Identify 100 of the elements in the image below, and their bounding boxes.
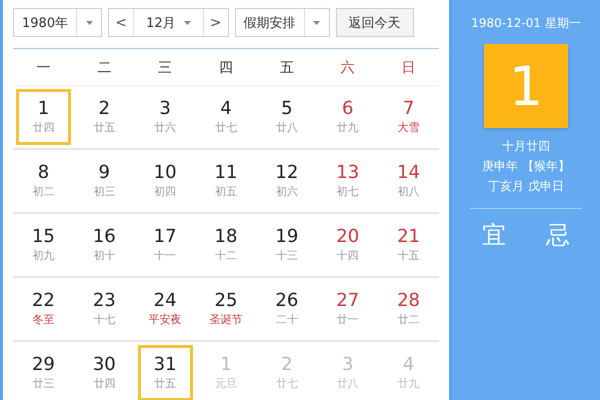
lunar-date: 初六 xyxy=(276,184,298,200)
suitable-label: 宜 xyxy=(482,220,506,251)
weekday-label: 日 xyxy=(402,59,416,77)
back-to-today-button[interactable]: 返回今天 xyxy=(336,8,414,37)
day-number: 4 xyxy=(220,98,232,120)
day-number: 1 xyxy=(220,354,232,376)
day-number: 16 xyxy=(92,226,116,248)
day-cell[interactable]: 5 廿八 xyxy=(259,89,314,145)
day-cell[interactable]: 10 初四 xyxy=(138,153,193,209)
big-day-number: 1 xyxy=(484,44,568,128)
avoid-label: 忌 xyxy=(546,220,570,251)
lunar-date: 廿七 xyxy=(276,376,298,392)
day-cell[interactable]: 12 初六 xyxy=(259,153,314,209)
day-cell[interactable]: 29 廿三 xyxy=(16,345,71,400)
day-number: 28 xyxy=(397,290,420,312)
lunar-date: 二十 xyxy=(276,312,298,328)
day-number: 27 xyxy=(336,290,360,312)
day-number: 7 xyxy=(402,98,414,120)
day-number: 6 xyxy=(342,98,354,120)
lunar-date: 十三 xyxy=(276,248,298,264)
day-number: 26 xyxy=(275,290,298,312)
day-cell[interactable]: 19 十三 xyxy=(259,217,314,273)
day-cell[interactable]: 14 初八 xyxy=(381,153,436,209)
day-number: 9 xyxy=(98,162,110,184)
day-cell[interactable]: 26 二十 xyxy=(259,281,314,337)
lunar-date: 圣诞节 xyxy=(209,312,242,328)
day-cell[interactable]: 16 初十 xyxy=(76,217,132,273)
day-cell[interactable]: 17 十一 xyxy=(138,217,193,273)
lunar-month-day: 丁亥月 戊申日 xyxy=(488,176,564,196)
day-cell[interactable]: 8 初二 xyxy=(16,153,71,209)
lunar-date: 十二 xyxy=(214,248,237,264)
day-number: 23 xyxy=(92,290,116,312)
day-number: 12 xyxy=(275,162,298,184)
day-number: 30 xyxy=(92,354,116,376)
day-cell[interactable]: 7 大雪 xyxy=(381,89,436,145)
day-number: 24 xyxy=(154,290,177,312)
day-cell[interactable]: 27 廿一 xyxy=(320,281,376,337)
day-number: 10 xyxy=(154,162,177,184)
day-number: 8 xyxy=(38,162,50,184)
day-cell[interactable]: 11 初五 xyxy=(198,153,254,209)
lunar-date: 廿六 xyxy=(154,120,176,136)
lunar-date: 廿四 xyxy=(93,376,116,392)
lunar-date: 廿九 xyxy=(336,120,359,136)
lunar-date: 十四 xyxy=(336,248,359,264)
selected-date: 1980-12-01 星期一 xyxy=(471,15,581,32)
day-number: 22 xyxy=(32,290,55,312)
lunar-date: 初十 xyxy=(93,248,116,264)
lunar-date: 廿五 xyxy=(93,120,116,136)
lunar-date: 廿七 xyxy=(214,120,237,136)
lunar-date: 廿三 xyxy=(32,376,54,392)
day-cell[interactable]: 23 十七 xyxy=(76,281,132,337)
day-cell[interactable]: 28 廿二 xyxy=(381,281,436,337)
day-cell[interactable]: 13 初七 xyxy=(320,153,376,209)
caret-icon xyxy=(86,20,93,24)
lunar-date: 初四 xyxy=(154,184,176,200)
day-number: 5 xyxy=(281,98,293,120)
lunar-date: 廿四 xyxy=(32,120,54,136)
day-cell[interactable]: 6 廿九 xyxy=(320,89,376,145)
day-cell[interactable]: 30 廿四 xyxy=(76,345,132,400)
day-number: 25 xyxy=(214,290,238,312)
lunar-date: 大雪 xyxy=(398,120,420,136)
lunar-date: 初三 xyxy=(93,184,116,200)
lunar-date: 廿八 xyxy=(276,120,298,136)
day-number: 3 xyxy=(342,354,354,376)
day-cell[interactable]: 1 廿四 xyxy=(16,89,71,145)
lunar-date: 冬至 xyxy=(32,312,54,328)
day-cell[interactable]: 22 冬至 xyxy=(16,281,71,337)
lunar-date: 初八 xyxy=(398,184,420,200)
day-cell[interactable]: 20 十四 xyxy=(320,217,376,273)
day-cell[interactable]: 18 十二 xyxy=(198,217,254,273)
year-dropdown[interactable]: 1980年 xyxy=(13,8,102,37)
day-cell[interactable]: 2 廿五 xyxy=(76,89,132,145)
weekday-label: 四 xyxy=(218,59,233,77)
day-number: 2 xyxy=(98,98,110,120)
day-cell[interactable]: 4 廿七 xyxy=(198,89,254,145)
day-cell[interactable]: 9 初三 xyxy=(76,153,132,209)
lunar-year: 庚申年 【猴年】 xyxy=(482,158,570,175)
day-cell[interactable]: 21 十五 xyxy=(381,217,436,273)
day-number: 20 xyxy=(336,226,360,248)
day-number: 21 xyxy=(397,226,420,248)
lunar-date: 十七 xyxy=(93,312,116,328)
lunar-date: 初五 xyxy=(214,184,237,200)
day-cell[interactable]: 25 圣诞节 xyxy=(198,281,254,337)
day-cell[interactable]: 3 廿六 xyxy=(138,89,193,145)
day-number: 31 xyxy=(154,354,177,376)
weekday-label: 三 xyxy=(158,59,172,77)
day-cell[interactable]: 24 平安夜 xyxy=(138,281,193,337)
day-number: 14 xyxy=(397,162,420,184)
day-number: 29 xyxy=(32,354,55,376)
lunar-date: 廿一 xyxy=(336,312,359,328)
day-number: 11 xyxy=(214,162,238,184)
weekday-label: 二 xyxy=(97,59,112,77)
lunar-date: 廿八 xyxy=(336,376,359,392)
holiday-dropdown[interactable]: 假期安排 xyxy=(234,8,330,37)
day-cell[interactable]: 31 廿五 xyxy=(138,345,193,400)
day-number: 2 xyxy=(281,354,293,376)
day-number: 18 xyxy=(214,226,238,248)
caret-icon xyxy=(313,20,320,24)
caret-icon xyxy=(184,20,191,24)
day-cell[interactable]: 15 初九 xyxy=(16,217,71,273)
